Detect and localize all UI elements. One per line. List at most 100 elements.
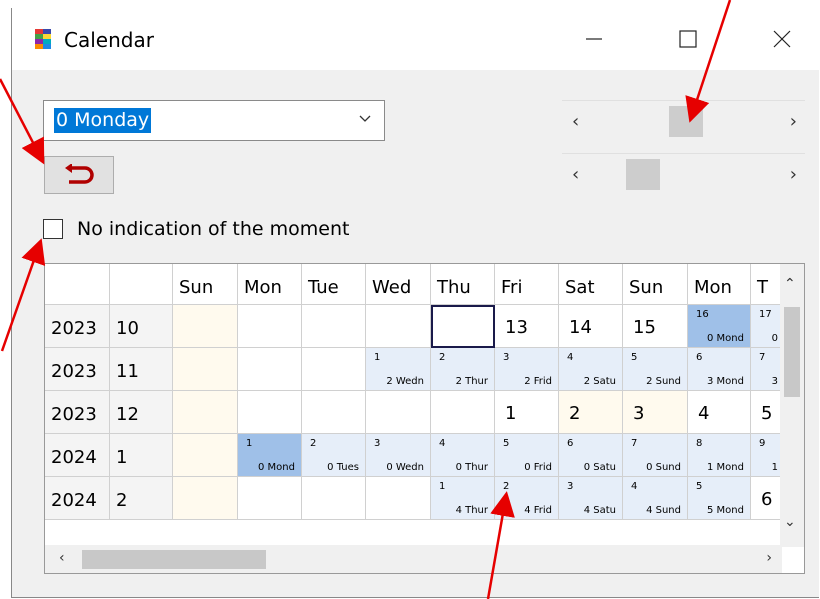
scroll-left-icon[interactable]: ‹ [59, 550, 65, 566]
scroll-left-icon[interactable]: ‹ [572, 111, 579, 132]
day-number: 7 [631, 438, 638, 449]
minimize-icon[interactable] [572, 22, 616, 56]
day-cell[interactable] [431, 305, 495, 348]
grid-horizontal-scrollbar[interactable]: ‹ › [45, 545, 782, 573]
day-cell[interactable] [238, 477, 302, 520]
day-cell[interactable]: 2 4 Frid [495, 477, 559, 520]
day-number: 5 [503, 438, 510, 449]
day-number: 1 [374, 352, 381, 363]
column-header: Sun [173, 264, 238, 305]
day-cell[interactable]: 2 0 Tues [302, 434, 366, 477]
maximize-icon[interactable] [666, 22, 710, 56]
day-cell[interactable]: 4 4 Sund [623, 477, 688, 520]
day-cell[interactable] [238, 348, 302, 391]
day-cell[interactable]: 3 0 Wedn [366, 434, 431, 477]
day-cell[interactable]: 3 [623, 391, 688, 434]
day-cell[interactable]: 5 2 Sund [623, 348, 688, 391]
horizontal-scrollbar-1[interactable]: ‹ › [562, 100, 805, 141]
day-subtext: 0 Wedn [386, 462, 424, 473]
day-cell[interactable] [366, 477, 431, 520]
row-header-year: 2023 [45, 391, 110, 434]
day-number: 2 [439, 352, 446, 363]
chevron-down-icon[interactable] [358, 111, 372, 129]
row-header-year: 2024 [45, 477, 110, 520]
day-subtext: 1 Mond [707, 462, 744, 473]
day-subtext: 2 Sund [646, 376, 681, 387]
day-subtext: 4 Satu [583, 505, 616, 516]
vertical-scrollbar[interactable]: ⌃ ⌄ [780, 264, 804, 547]
day-cell[interactable]: 2 2 Thur [431, 348, 495, 391]
column-header: Tue [302, 264, 366, 305]
day-cell[interactable]: 6 3 Mond [688, 348, 751, 391]
day-cell[interactable]: 1 0 Mond [238, 434, 302, 477]
day-subtext: 0 Mond [707, 333, 744, 344]
day-cell[interactable]: 4 0 Thur [431, 434, 495, 477]
day-number: 8 [696, 438, 703, 449]
day-cell[interactable] [431, 391, 495, 434]
undo-arrow-icon [65, 164, 94, 184]
day-cell[interactable]: 7 0 Sund [623, 434, 688, 477]
day-cell[interactable]: 14 [559, 305, 623, 348]
day-cell[interactable] [173, 348, 238, 391]
day-number: 17 [759, 309, 772, 320]
day-number: 2 [310, 438, 317, 449]
day-cell[interactable] [173, 391, 238, 434]
no-indication-checkbox[interactable] [43, 219, 63, 239]
day-number: 6 [696, 352, 703, 363]
day-cell[interactable]: 3 4 Satu [559, 477, 623, 520]
day-cell[interactable]: 5 0 Frid [495, 434, 559, 477]
scroll-right-icon[interactable]: › [790, 164, 797, 185]
day-cell[interactable] [302, 477, 366, 520]
day-number: 1 [439, 481, 446, 492]
horizontal-scrollbar-2[interactable]: ‹ › [562, 153, 805, 194]
day-subtext: 0 Satu [583, 462, 616, 473]
day-subtext: 1 [771, 462, 778, 473]
day-cell[interactable]: 13 [495, 305, 559, 348]
day-cell[interactable] [366, 391, 431, 434]
grid-scroll-thumb[interactable] [82, 550, 266, 569]
day-cell[interactable] [173, 305, 238, 348]
day-cell[interactable] [173, 477, 238, 520]
day-number-large: 6 [761, 489, 773, 510]
scroll-right-icon[interactable]: › [766, 550, 772, 566]
scroll-right-icon[interactable]: › [790, 111, 797, 132]
scroll-left-icon[interactable]: ‹ [572, 164, 579, 185]
day-cell[interactable] [302, 391, 366, 434]
day-cell[interactable]: 1 4 Thur [431, 477, 495, 520]
scroll-thumb-1[interactable] [668, 106, 703, 137]
day-subtext: 2 Frid [524, 376, 552, 387]
scroll-thumb-2[interactable] [626, 159, 660, 190]
day-subtext: 0 Tues [327, 462, 359, 473]
scroll-up-icon[interactable]: ⌃ [784, 276, 796, 292]
day-number: 4 [439, 438, 446, 449]
window-title: Calendar [64, 28, 154, 52]
day-cell[interactable] [366, 305, 431, 348]
day-cell[interactable] [238, 305, 302, 348]
day-cell[interactable]: 15 [623, 305, 688, 348]
day-cell[interactable] [173, 434, 238, 477]
close-icon[interactable] [760, 22, 804, 56]
day-number: 3 [567, 481, 574, 492]
day-number: 3 [374, 438, 381, 449]
column-header: Sun [623, 264, 688, 305]
day-cell[interactable]: 5 5 Mond [688, 477, 751, 520]
day-cell[interactable]: 16 0 Mond [688, 305, 751, 348]
day-cell[interactable]: 3 2 Frid [495, 348, 559, 391]
day-cell[interactable]: 1 [495, 391, 559, 434]
day-cell[interactable] [302, 305, 366, 348]
day-number: 1 [246, 438, 253, 449]
day-cell[interactable]: 2 [559, 391, 623, 434]
undo-button[interactable] [44, 156, 114, 194]
vertical-scroll-thumb[interactable] [784, 307, 800, 397]
day-cell[interactable]: 6 0 Satu [559, 434, 623, 477]
day-cell[interactable]: 1 2 Wedn [366, 348, 431, 391]
day-cell[interactable] [302, 348, 366, 391]
day-number-large: 4 [698, 403, 710, 424]
day-cell[interactable]: 4 2 Satu [559, 348, 623, 391]
checkbox-label: No indication of the moment [77, 218, 350, 240]
day-cell[interactable] [238, 391, 302, 434]
day-cell[interactable]: 8 1 Mond [688, 434, 751, 477]
scroll-down-icon[interactable]: ⌄ [784, 514, 796, 530]
day-cell[interactable]: 4 [688, 391, 751, 434]
weekday-combo[interactable]: 0 Monday [43, 100, 385, 141]
